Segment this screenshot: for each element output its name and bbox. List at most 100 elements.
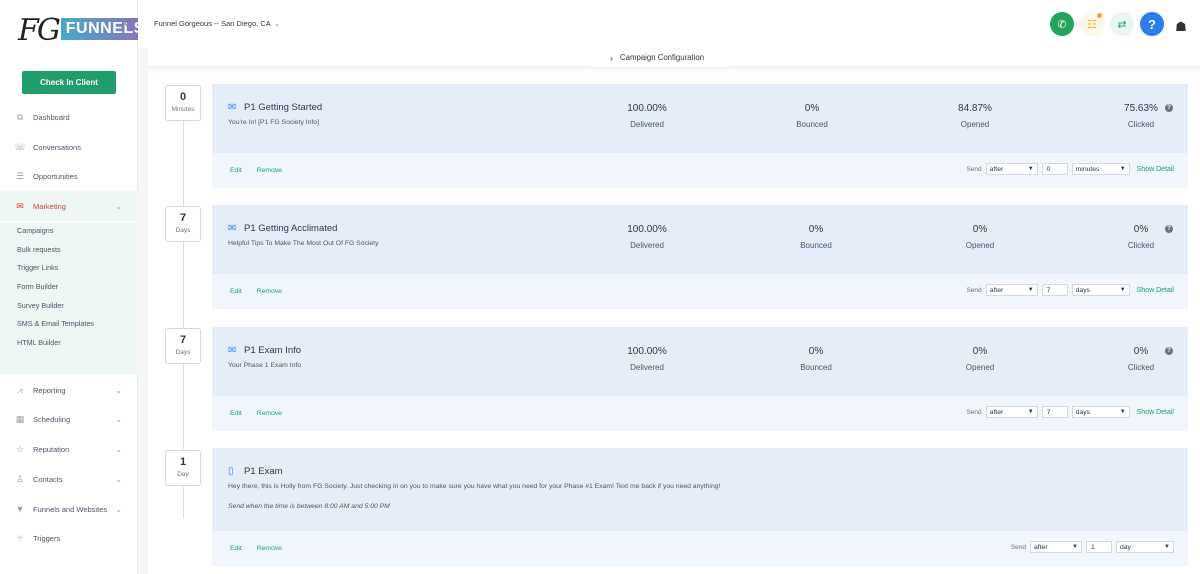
stat-label: Bounced bbox=[796, 120, 828, 129]
submenu-item-campaigns[interactable]: Campaigns bbox=[0, 222, 138, 241]
stat-bounced: 0% Bounced bbox=[772, 103, 852, 129]
config-bar: › Campaign Configuration bbox=[148, 48, 1200, 67]
help-icon[interactable]: ? bbox=[1165, 104, 1173, 112]
chevron-down-icon: ⌄ bbox=[115, 385, 122, 395]
help-icon[interactable]: ? bbox=[1165, 225, 1173, 233]
send-when-select[interactable]: after ▼ bbox=[985, 163, 1038, 175]
chevron-right-icon: › bbox=[610, 52, 613, 63]
submenu-item-html-builder[interactable]: HTML Builder bbox=[0, 334, 138, 353]
sidebar-item-funnels-websites[interactable]: ▼ Funnels and Websites ⌄ bbox=[0, 494, 138, 524]
help-icon[interactable]: ? bbox=[1165, 347, 1173, 355]
sidebar-item-scheduling[interactable]: ▦ Scheduling ⌄ bbox=[0, 404, 138, 434]
show-detail-link[interactable]: Show Detail bbox=[1137, 409, 1174, 416]
step-title[interactable]: P1 Exam Info bbox=[244, 345, 301, 356]
send-label: Send bbox=[966, 408, 982, 416]
submenu-item-form-builder[interactable]: Form Builder bbox=[0, 278, 138, 297]
dropdown-arrow-icon: ▼ bbox=[1164, 544, 1170, 550]
delay-unit: Day bbox=[177, 471, 189, 478]
submenu-item-bulk-requests[interactable]: Bulk requests bbox=[0, 241, 138, 260]
help-icon[interactable]: ? bbox=[1140, 12, 1164, 36]
chevron-down-icon: ⌄ bbox=[115, 444, 122, 454]
send-when-select[interactable]: after ▼ bbox=[985, 284, 1038, 296]
campaign-configuration-toggle[interactable]: › Campaign Configuration bbox=[590, 48, 730, 67]
submenu-item-sms-email-templates[interactable]: SMS & Email Templates bbox=[0, 315, 138, 334]
sidebar-item-label: Opportunities bbox=[33, 171, 78, 181]
sms-message: Hey there, this is Holly from FG Society… bbox=[228, 483, 721, 490]
step-subject: You're In! [P1 FG Society Info] bbox=[228, 119, 319, 126]
send-unit-select[interactable]: days ▼ bbox=[1071, 406, 1130, 418]
dropdown-arrow-icon: ▼ bbox=[1027, 166, 1034, 172]
sidebar-item-label: Reporting bbox=[33, 385, 66, 395]
sidebar-item-dashboard[interactable]: ⧉ Dashboard bbox=[0, 102, 138, 132]
send-delay-input[interactable]: 0 bbox=[1041, 163, 1068, 175]
send-unit-select[interactable]: minutes ▼ bbox=[1071, 163, 1130, 175]
chart-icon: ⩘ bbox=[17, 384, 23, 395]
filter-icon: ▼ bbox=[15, 504, 25, 514]
stat-delivered: 100.00% Delivered bbox=[607, 224, 687, 250]
edit-link[interactable]: Edit bbox=[230, 545, 242, 552]
swap-icon[interactable]: ⇄ bbox=[1110, 12, 1134, 36]
location-selector[interactable]: Funnel Gorgeous -- San Diego, CA ⌄ bbox=[154, 19, 280, 28]
step-summary: ✉ P1 Getting Acclimated Helpful Tips To … bbox=[212, 205, 1188, 274]
task-list-icon[interactable]: ☷ bbox=[1080, 12, 1104, 36]
select-value: after bbox=[1034, 543, 1048, 551]
remove-link[interactable]: Remove bbox=[257, 410, 282, 417]
email-icon: ✉ bbox=[228, 102, 237, 113]
step-title[interactable]: P1 Exam bbox=[244, 466, 283, 477]
stat-value: 0% bbox=[808, 224, 824, 235]
sidebar-item-conversations[interactable]: ☏ Conversations bbox=[0, 132, 138, 162]
send-delay-input[interactable]: 7 bbox=[1041, 284, 1068, 296]
send-when-select[interactable]: after ▼ bbox=[1030, 541, 1082, 553]
logo-name: FUNNELS bbox=[60, 18, 150, 40]
campaign-step-email: ✉ P1 Getting Acclimated Helpful Tips To … bbox=[212, 205, 1188, 309]
phone-icon[interactable]: ✆ bbox=[1050, 12, 1074, 36]
send-delay-input[interactable]: 7 bbox=[1041, 406, 1068, 418]
step-title[interactable]: P1 Getting Started bbox=[244, 102, 322, 113]
sidebar-item-reporting[interactable]: ⩘ Reporting ⌄ bbox=[0, 375, 138, 405]
sidebar-item-contacts[interactable]: ♙ Contacts ⌄ bbox=[0, 464, 138, 494]
select-value: after bbox=[989, 165, 1004, 173]
logo[interactable]: FG FUNNELS bbox=[18, 16, 150, 46]
sidebar-item-label: Contacts bbox=[33, 474, 63, 484]
send-when-select[interactable]: after ▼ bbox=[985, 406, 1038, 418]
send-unit-select[interactable]: days ▼ bbox=[1071, 284, 1130, 296]
send-label: Send bbox=[966, 165, 982, 173]
step-title[interactable]: P1 Getting Acclimated bbox=[244, 223, 337, 234]
edit-link[interactable]: Edit bbox=[230, 167, 242, 174]
show-detail-link[interactable]: Show Detail bbox=[1137, 166, 1174, 173]
step-action-links: Edit Remove bbox=[230, 545, 297, 552]
chat-icon: ☏ bbox=[14, 141, 26, 152]
header-actions: ✆ ☷ ⇄ ? ☗ bbox=[1050, 12, 1192, 36]
submenu-item-trigger-links[interactable]: Trigger Links bbox=[0, 259, 138, 278]
remove-link[interactable]: Remove bbox=[257, 288, 282, 295]
remove-link[interactable]: Remove bbox=[257, 167, 282, 174]
avatar[interactable]: ☗ bbox=[1170, 13, 1192, 35]
check-in-client-button[interactable]: Check In Client bbox=[22, 71, 116, 94]
show-detail-link[interactable]: Show Detail bbox=[1137, 287, 1174, 294]
remove-link[interactable]: Remove bbox=[257, 545, 282, 552]
sidebar-item-opportunities[interactable]: ☰ Opportunities bbox=[0, 161, 138, 191]
email-icon: ✉ bbox=[228, 345, 237, 356]
stat-bounced: 0% Bounced bbox=[776, 346, 856, 372]
select-value: days bbox=[1075, 408, 1090, 416]
campaign-step-email: ✉ P1 Exam Info Your Phase 1 Exam Info 10… bbox=[212, 327, 1188, 431]
dropdown-arrow-icon: ▼ bbox=[1072, 544, 1078, 550]
notification-dot bbox=[1097, 13, 1102, 18]
sidebar-item-label: Funnels and Websites bbox=[33, 504, 108, 514]
sidebar-item-reputation[interactable]: ☆ Reputation ⌄ bbox=[0, 434, 138, 464]
sidebar-item-label: Marketing bbox=[33, 201, 66, 211]
send-delay-input[interactable]: 1 bbox=[1086, 541, 1112, 553]
step-subject: Helpful Tips To Make The Most Out Of FG … bbox=[228, 240, 379, 247]
chevron-down-icon: ⌄ bbox=[115, 201, 122, 211]
edit-link[interactable]: Edit bbox=[230, 410, 242, 417]
edit-link[interactable]: Edit bbox=[230, 288, 242, 295]
sidebar-item-triggers[interactable]: ⑂ Triggers bbox=[0, 523, 138, 553]
submenu-item-survey-builder[interactable]: Survey Builder bbox=[0, 297, 138, 316]
dropdown-arrow-icon: ▼ bbox=[1119, 409, 1126, 415]
sidebar-item-marketing[interactable]: ✉ Marketing ⌄ bbox=[0, 191, 138, 221]
delay-number: 0 bbox=[179, 91, 187, 103]
sidebar-item-label: Reputation bbox=[33, 444, 70, 454]
send-unit-select[interactable]: day ▼ bbox=[1116, 541, 1174, 553]
step-actions: Edit Remove Send after ▼ 0 minutes ▼ Show D… bbox=[212, 153, 1188, 188]
collapse-sidebar-icon[interactable]: ‹ bbox=[124, 16, 128, 30]
